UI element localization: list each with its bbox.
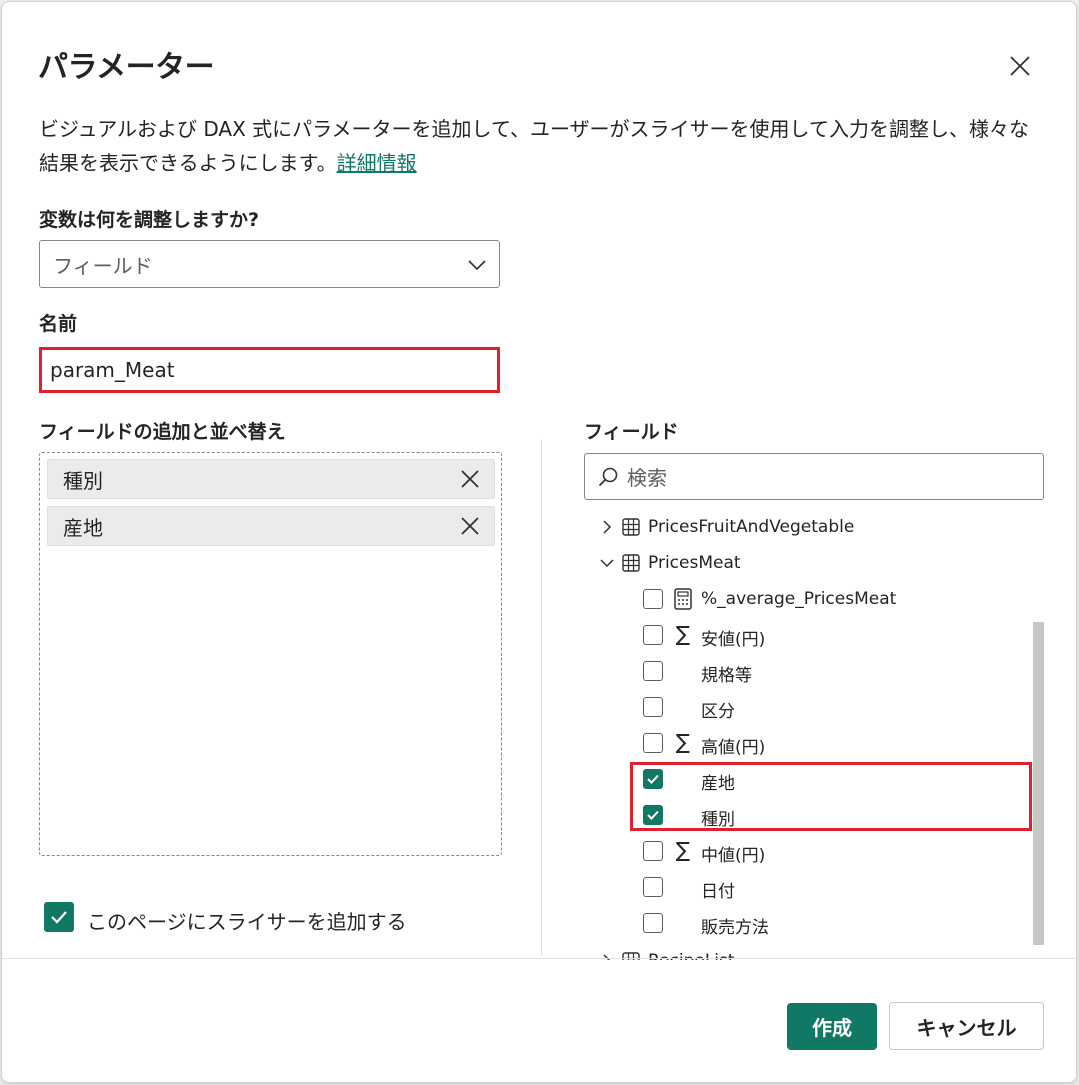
field-label: 安値(円) — [701, 630, 766, 650]
sigma-icon: ∑ — [675, 730, 691, 754]
table-icon — [622, 518, 640, 536]
variable-label: 変数は何を調整しますか? — [39, 209, 260, 231]
description-text: ビジュアルおよび DAX 式にパラメーターを追加して、ユーザーがスライサーを使用… — [39, 117, 1029, 175]
field-drop-area[interactable]: 種別 産地 — [39, 452, 502, 856]
variable-dropdown[interactable]: フィールド — [39, 240, 500, 288]
learn-more-link[interactable]: 詳細情報 — [337, 151, 417, 175]
table-icon — [622, 554, 640, 572]
field-checkbox[interactable] — [643, 589, 663, 609]
chevron-down-icon — [468, 260, 486, 271]
field-checkbox[interactable] — [643, 913, 663, 933]
dialog-title: パラメーター — [38, 50, 215, 85]
field-chip[interactable]: 種別 — [47, 459, 495, 499]
footer-divider — [2, 958, 1078, 959]
parameter-dialog: パラメーター ビジュアルおよび DAX 式にパラメーターを追加して、ユーザーがス… — [1, 1, 1078, 1083]
sigma-icon: ∑ — [675, 838, 691, 862]
close-icon — [1010, 56, 1030, 76]
add-slicer-label: このページにスライサーを追加する — [87, 910, 407, 934]
search-placeholder: 検索 — [627, 466, 667, 490]
dialog-description: ビジュアルおよび DAX 式にパラメーターを追加して、ユーザーがスライサーを使用… — [39, 112, 1029, 180]
close-button[interactable] — [1002, 48, 1038, 84]
column-divider — [541, 439, 542, 956]
chevron-right-icon[interactable] — [598, 519, 616, 535]
calculator-icon — [674, 588, 692, 610]
table-item-prices-fruit[interactable]: PricesFruitAndVegetable — [598, 512, 854, 542]
table-name: PricesMeat — [648, 553, 741, 573]
field-label: 規格等 — [701, 666, 752, 686]
field-checkbox[interactable] — [643, 625, 663, 645]
remove-icon[interactable] — [460, 516, 480, 536]
field-checkbox[interactable] — [643, 697, 663, 717]
checkmark-icon — [51, 911, 67, 924]
field-label: %_average_PricesMeat — [701, 589, 897, 609]
search-input[interactable]: 検索 — [584, 453, 1044, 500]
name-label: 名前 — [39, 313, 78, 335]
field-list-label: フィールドの追加と並べ替え — [39, 421, 286, 443]
field-checkbox[interactable] — [643, 661, 663, 681]
fields-pane-label: フィールド — [584, 421, 679, 443]
field-label: 販売方法 — [701, 918, 769, 938]
name-input[interactable]: param_Meat — [39, 347, 500, 393]
field-label: 中値(円) — [701, 846, 766, 866]
field-label: 区分 — [701, 702, 735, 722]
fields-scrollbar[interactable] — [1033, 622, 1044, 945]
add-slicer-checkbox[interactable] — [44, 902, 74, 932]
field-chip-label: 種別 — [63, 468, 103, 493]
field-checkbox[interactable] — [643, 841, 663, 861]
sigma-icon: ∑ — [675, 622, 691, 646]
variable-selected-value: フィールド — [53, 253, 153, 278]
field-checkbox[interactable] — [643, 733, 663, 753]
cancel-button[interactable]: キャンセル — [889, 1002, 1044, 1050]
create-button[interactable]: 作成 — [787, 1003, 877, 1050]
name-value: param_Meat — [50, 358, 175, 382]
field-chip-label: 産地 — [63, 515, 103, 540]
selected-fields-highlight — [630, 762, 1032, 831]
field-label: 日付 — [701, 882, 735, 902]
search-icon — [598, 467, 618, 486]
field-checkbox[interactable] — [643, 877, 663, 897]
field-label: 高値(円) — [701, 738, 766, 758]
table-item-prices-meat[interactable]: PricesMeat — [598, 548, 741, 578]
field-chip[interactable]: 産地 — [47, 506, 495, 546]
remove-icon[interactable] — [460, 469, 480, 489]
chevron-down-icon[interactable] — [598, 557, 616, 569]
table-name: PricesFruitAndVegetable — [648, 517, 855, 537]
